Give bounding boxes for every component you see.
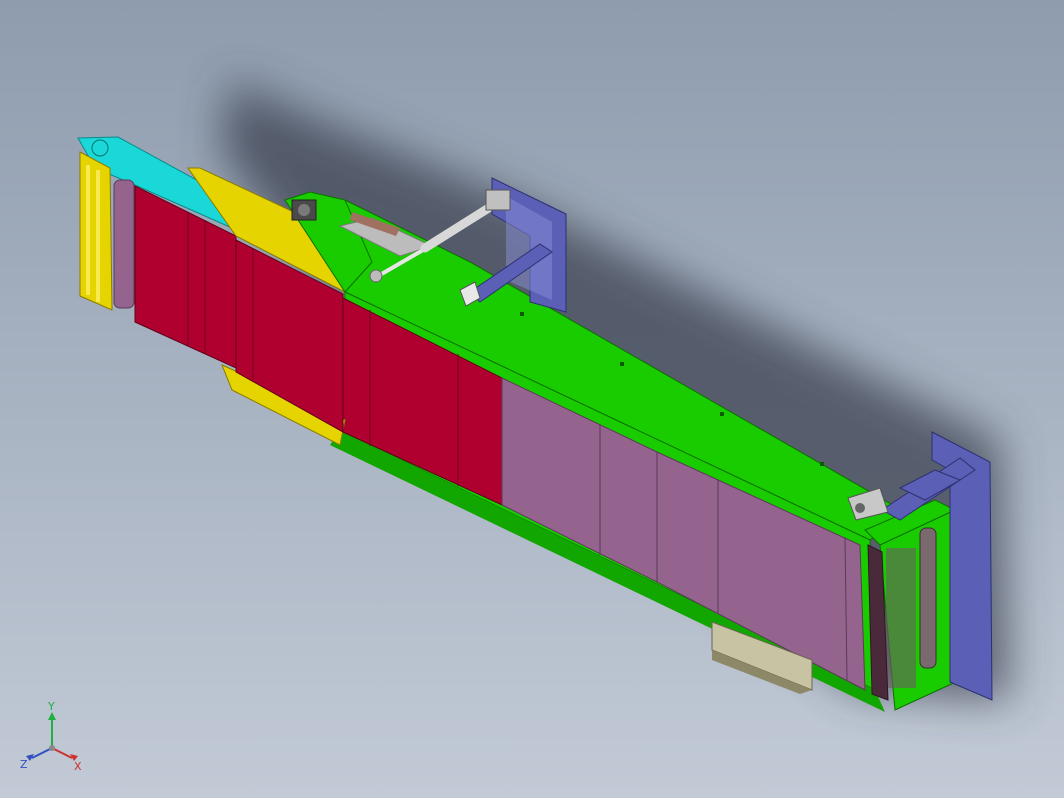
z-axis-line — [31, 747, 53, 759]
rod-end[interactable] — [369, 269, 383, 283]
axis-triad: Y X Z — [20, 700, 82, 772]
roller-shaft — [86, 165, 90, 295]
conveyor-model-view[interactable] — [0, 0, 1064, 798]
drive-roller[interactable] — [113, 179, 135, 309]
cad-viewport[interactable]: Y X Z — [0, 0, 1064, 798]
triad-origin — [49, 745, 55, 751]
z-axis-label: Z — [20, 758, 28, 771]
swivel-bolt — [855, 503, 865, 513]
roller-shaft — [96, 170, 100, 302]
tension-roller[interactable] — [919, 527, 937, 669]
roller-window — [886, 548, 916, 688]
motor-flange — [298, 204, 310, 216]
y-axis-label: Y — [47, 700, 55, 713]
y-axis-arrow — [48, 712, 56, 720]
x-axis-line — [51, 747, 73, 759]
x-axis-label: X — [74, 760, 82, 772]
